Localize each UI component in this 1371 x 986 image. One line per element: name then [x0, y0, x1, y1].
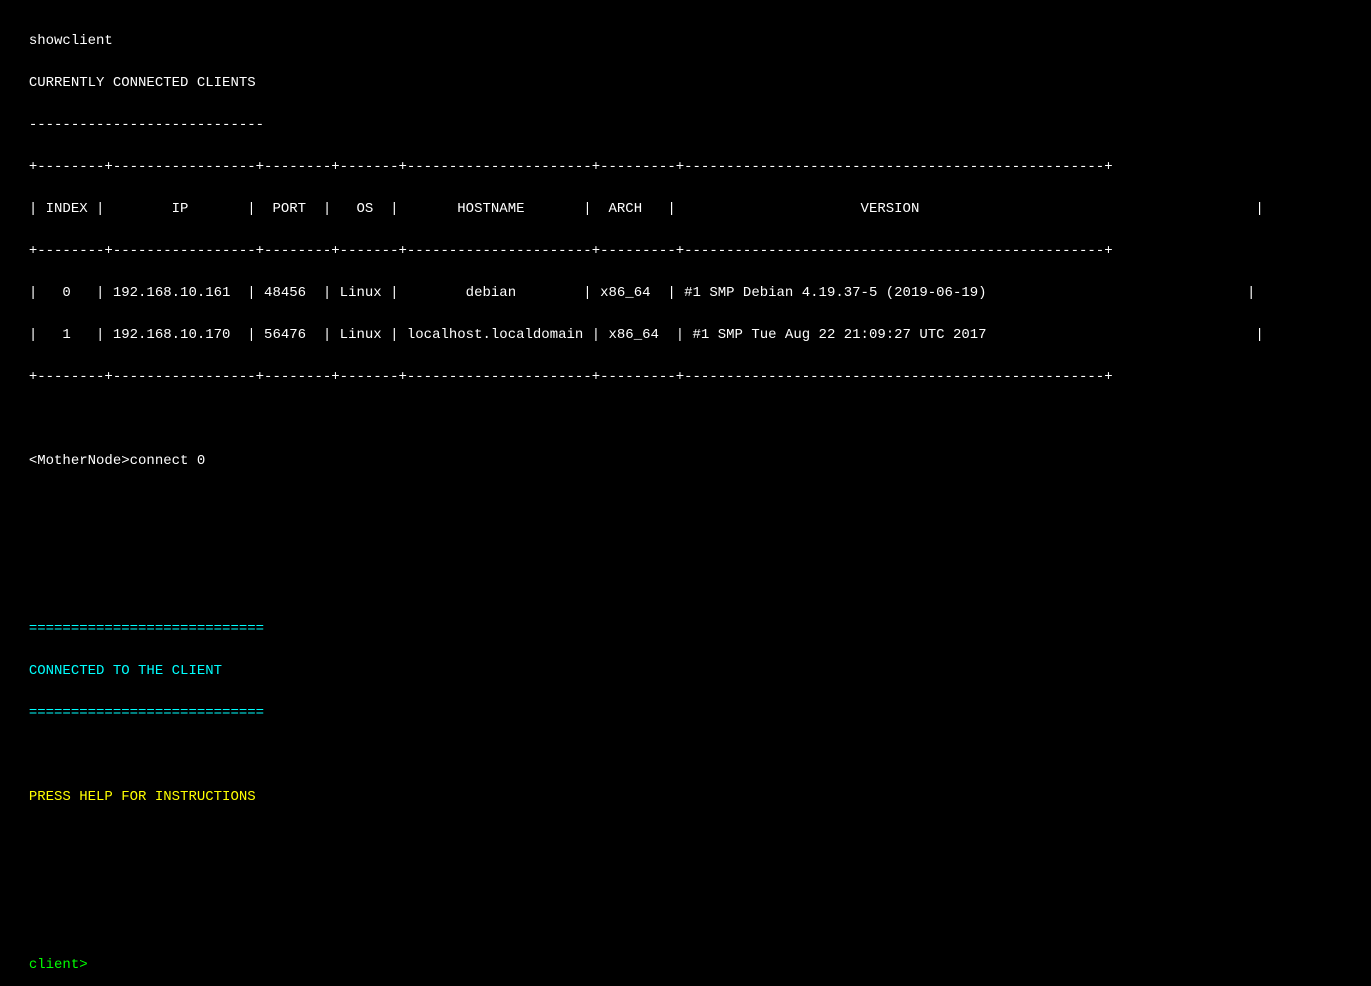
help-message: PRESS HELP FOR INSTRUCTIONS	[29, 789, 256, 805]
table-border-top: +--------+-----------------+--------+---…	[29, 159, 1113, 175]
table-header: | INDEX | IP | PORT | OS | HOSTNAME | AR…	[29, 201, 1264, 217]
table-row-0: | 0 | 192.168.10.161 | 48456 | Linux | d…	[29, 285, 1256, 301]
table-row-1: | 1 | 192.168.10.170 | 56476 | Linux | l…	[29, 327, 1264, 343]
command-showclient: showclient	[29, 33, 113, 49]
separator-short: ----------------------------	[29, 117, 264, 133]
heading-connected-clients: CURRENTLY CONNECTED CLIENTS	[29, 75, 256, 91]
table-border-mid: +--------+-----------------+--------+---…	[29, 243, 1113, 259]
equals-line-bottom: ============================	[29, 705, 264, 721]
client-prompt[interactable]: client>	[29, 957, 88, 973]
equals-line-top: ============================	[29, 621, 264, 637]
connected-message: CONNECTED TO THE CLIENT	[29, 663, 222, 679]
table-border-bot: +--------+-----------------+--------+---…	[29, 369, 1113, 385]
command-connect: <MotherNode>connect 0	[29, 453, 205, 469]
terminal-window: showclient CURRENTLY CONNECTED CLIENTS -…	[12, 10, 1359, 976]
